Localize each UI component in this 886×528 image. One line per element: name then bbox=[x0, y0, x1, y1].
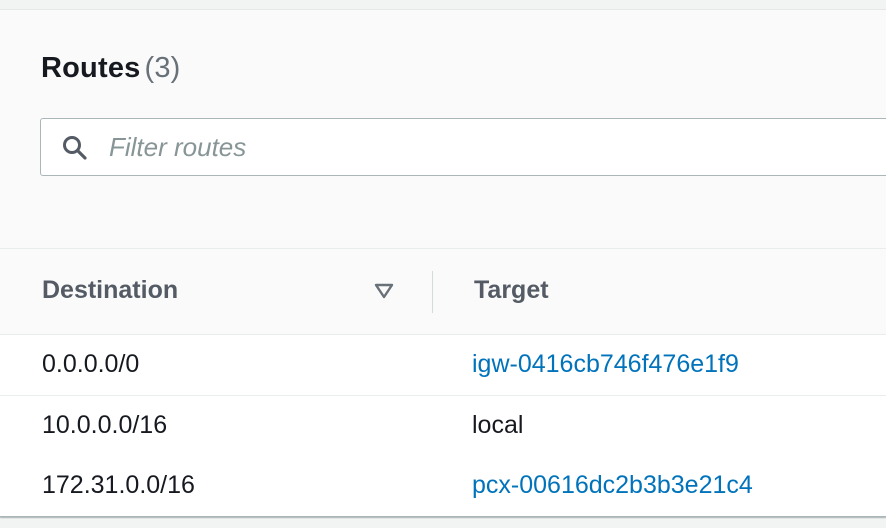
sort-down-triangle-icon[interactable] bbox=[373, 281, 395, 301]
table-row: 172.31.0.0/16 pcx-00616dc2b3b3e21c4 bbox=[0, 456, 886, 515]
column-resize-divider[interactable] bbox=[432, 271, 433, 313]
routes-panel-header: Routes (3) bbox=[0, 10, 886, 249]
panel-title: Routes (3) bbox=[41, 52, 181, 85]
filter-routes-input[interactable] bbox=[109, 127, 809, 167]
destination-cell: 10.0.0.0/16 bbox=[42, 411, 168, 439]
destination-cell: 172.31.0.0/16 bbox=[42, 471, 195, 499]
search-icon bbox=[63, 136, 87, 160]
table-header: Destination Target bbox=[0, 249, 886, 335]
destination-cell: 0.0.0.0/0 bbox=[42, 350, 140, 378]
routes-panel: Routes(3) Destination Target 0.0.0.0/0 i… bbox=[0, 10, 886, 517]
target-link[interactable]: igw-0416cb746f476e1f9 bbox=[472, 350, 739, 379]
table-row: 0.0.0.0/0 igw-0416cb746f476e1f9 bbox=[0, 335, 886, 396]
filter-routes-field[interactable] bbox=[40, 118, 886, 176]
column-header-target[interactable]: Target bbox=[474, 276, 549, 305]
route-count: (3) bbox=[144, 52, 181, 84]
target-link[interactable]: pcx-00616dc2b3b3e21c4 bbox=[472, 471, 753, 500]
table-row: 10.0.0.0/16 local bbox=[0, 396, 886, 457]
column-header-destination[interactable]: Destination bbox=[42, 276, 178, 305]
page-background-strip bbox=[0, 0, 886, 10]
panel-title-text: Routes bbox=[41, 52, 141, 84]
target-cell: local bbox=[472, 411, 524, 439]
